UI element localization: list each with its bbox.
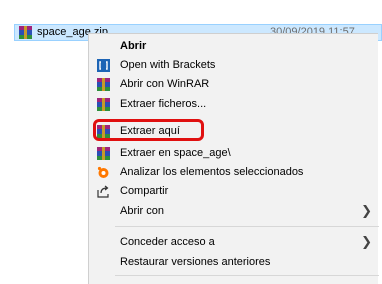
menu-item-open[interactable]: Abrir <box>89 37 379 56</box>
menu-item-label: Open with Brackets <box>120 59 216 71</box>
winrar-archive-icon <box>19 26 32 39</box>
menu-item-label: Abrir con <box>120 205 165 217</box>
chevron-right-icon: ❯ <box>361 234 372 249</box>
menu-item-label: Abrir con WinRAR <box>120 78 210 90</box>
menu-item-label: Abrir <box>120 40 147 52</box>
brackets-icon <box>97 59 110 72</box>
menu-item-share[interactable]: Compartir <box>89 182 379 201</box>
menu-item-label: Conceder acceso a <box>120 236 215 248</box>
menu-item-restore-versions[interactable]: Restaurar versiones anteriores <box>89 253 379 272</box>
winrar-icon <box>97 98 110 111</box>
menu-item-label: Extraer ficheros... <box>120 98 207 110</box>
menu-item-extract-to-folder[interactable]: Extraer en space_age\ <box>89 144 379 163</box>
menu-item-open-with[interactable]: Abrir con ❯ <box>89 202 379 221</box>
menu-item-label: Analizar los elementos seleccionados <box>120 166 304 178</box>
highlight-annotation <box>93 119 204 141</box>
winrar-icon <box>97 78 110 91</box>
menu-item-extract-files[interactable]: Extraer ficheros... <box>89 95 379 114</box>
menu-item-open-with-brackets[interactable]: Open with Brackets <box>89 56 379 75</box>
share-icon <box>97 185 110 198</box>
menu-item-grant-access[interactable]: Conceder acceso a ❯ <box>89 233 379 252</box>
winrar-icon <box>97 147 110 160</box>
menu-item-label: Restaurar versiones anteriores <box>120 256 271 268</box>
menu-item-scan-avast[interactable]: Analizar los elementos seleccionados <box>89 163 379 182</box>
menu-item-label: Extraer en space_age\ <box>120 147 231 159</box>
menu-item-label: Compartir <box>120 185 169 197</box>
chevron-right-icon: ❯ <box>361 203 372 218</box>
context-menu: Abrir Open with Brackets Abrir con WinRA… <box>88 33 379 284</box>
menu-separator <box>115 275 379 276</box>
menu-item-open-winrar[interactable]: Abrir con WinRAR <box>89 75 379 94</box>
avast-icon <box>97 166 110 179</box>
menu-separator <box>115 226 379 227</box>
